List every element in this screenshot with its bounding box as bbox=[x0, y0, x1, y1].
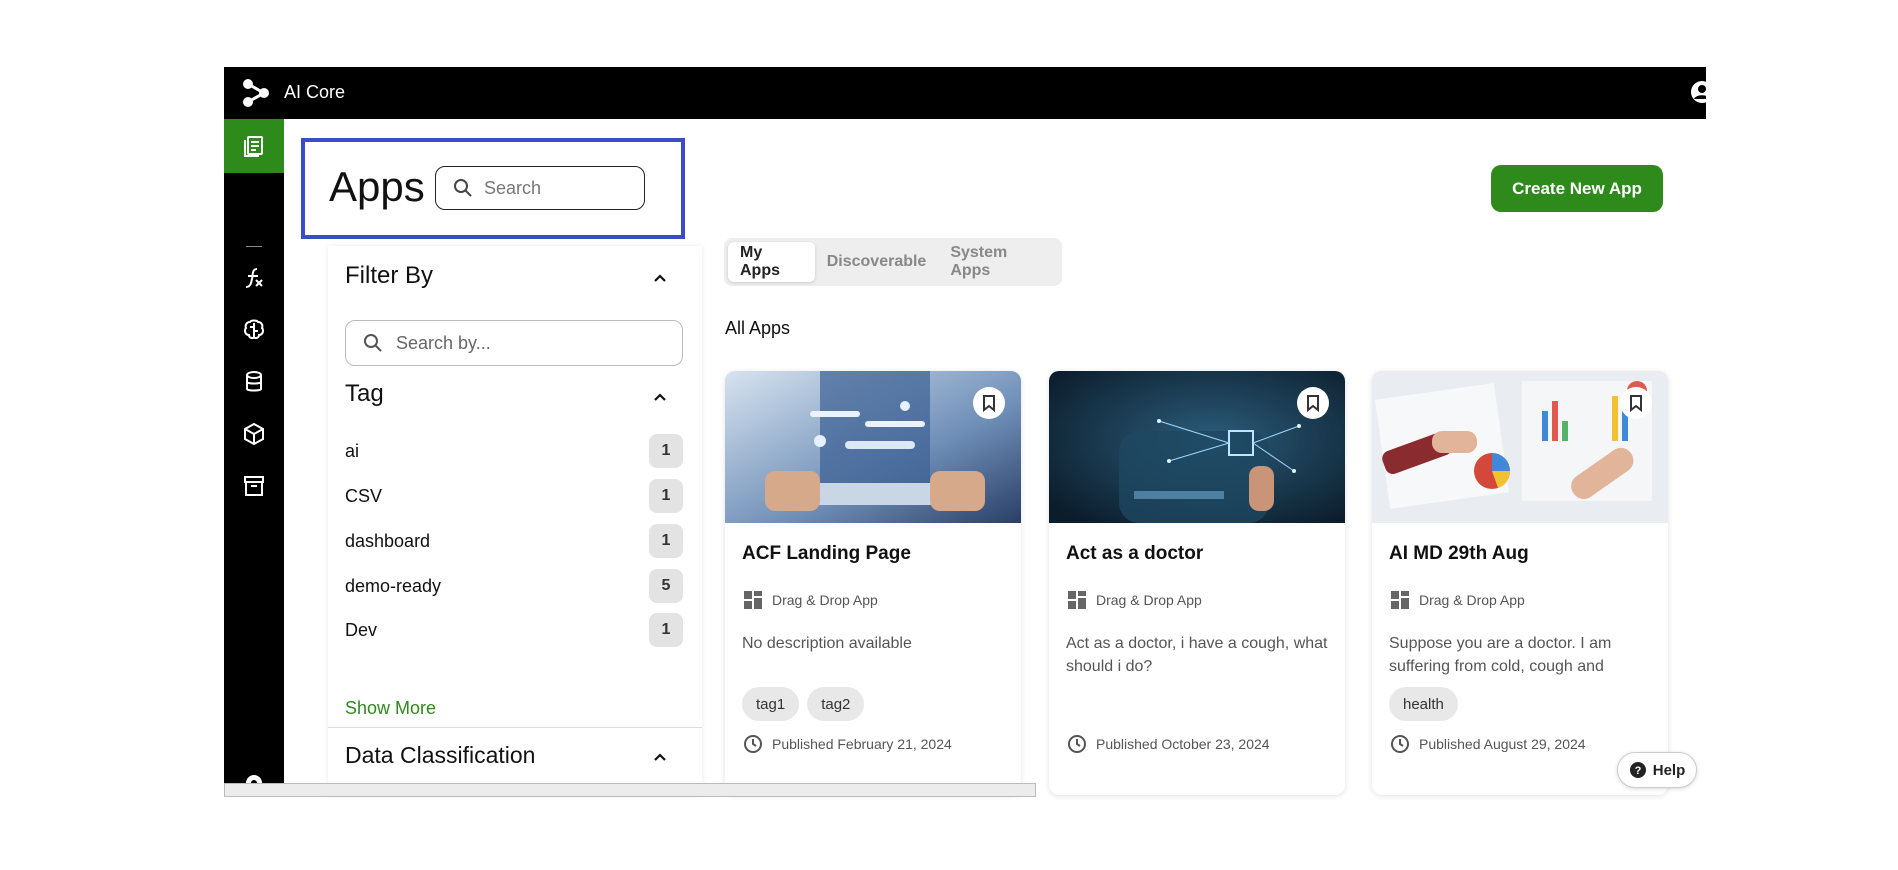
section-label: All Apps bbox=[725, 318, 791, 338]
sidebar-item-functions[interactable] bbox=[224, 251, 284, 305]
clock-icon bbox=[744, 735, 762, 753]
help-button[interactable]: ? Help bbox=[1617, 752, 1697, 788]
brain-icon bbox=[244, 319, 264, 340]
card-tags: health bbox=[1389, 687, 1458, 721]
sidebar-item-models[interactable] bbox=[224, 303, 284, 357]
sidebar-item-archive[interactable] bbox=[224, 459, 284, 513]
create-new-app-button[interactable]: Create New App bbox=[1491, 165, 1663, 212]
filter-divider bbox=[328, 727, 702, 728]
bookmark-button[interactable] bbox=[1620, 387, 1652, 419]
card-app-type: Drag & Drop App bbox=[1066, 589, 1202, 611]
ai-core-logo-icon[interactable] bbox=[240, 77, 272, 109]
search-input[interactable] bbox=[484, 177, 634, 199]
search-icon bbox=[364, 334, 382, 352]
tag-chip[interactable]: tag1 bbox=[742, 687, 800, 721]
card-title: ACF Landing Page bbox=[742, 543, 911, 564]
drag-drop-app-icon bbox=[1391, 591, 1409, 609]
card-tags: tag1 tag2 bbox=[742, 687, 865, 721]
chevron-up-icon[interactable] bbox=[651, 748, 669, 766]
help-label: Help bbox=[1652, 761, 1686, 779]
card-app-type: Drag & Drop App bbox=[742, 589, 878, 611]
filter-search[interactable] bbox=[345, 320, 683, 366]
tab-system-apps[interactable]: System Apps bbox=[938, 242, 1058, 282]
tag-chip[interactable]: tag2 bbox=[807, 687, 865, 721]
card-description: Suppose you are a doctor. I am suffering… bbox=[1389, 635, 1612, 675]
card-title: Act as a doctor bbox=[1066, 543, 1204, 564]
apps-icon bbox=[244, 136, 263, 157]
card-published: Published February 21, 2024 bbox=[742, 733, 952, 755]
card-title: AI MD 29th Aug bbox=[1389, 543, 1529, 564]
card-type-label: Drag & Drop App bbox=[1419, 592, 1525, 608]
tag-name: ai bbox=[345, 440, 360, 461]
card-published: Published August 29, 2024 bbox=[1389, 733, 1586, 755]
bookmark-icon bbox=[1307, 395, 1319, 412]
sidebar-item-engines[interactable] bbox=[224, 407, 284, 461]
clock-icon bbox=[1391, 735, 1409, 753]
user-avatar-icon[interactable] bbox=[1690, 80, 1706, 104]
tag-filter-item[interactable]: demo-ready 5 bbox=[345, 569, 683, 603]
tag-name: demo-ready bbox=[345, 575, 442, 596]
published-date: Published February 21, 2024 bbox=[772, 736, 952, 752]
filter-by-heading: Filter By bbox=[345, 262, 434, 289]
app-search[interactable] bbox=[435, 166, 645, 210]
drag-drop-app-icon bbox=[1068, 591, 1086, 609]
tag-filter-item[interactable]: CSV 1 bbox=[345, 479, 683, 513]
tag-name: dashboard bbox=[345, 530, 431, 551]
published-date: Published August 29, 2024 bbox=[1419, 736, 1586, 752]
app-card[interactable]: AI MD 29th Aug Drag & Drop App Suppose y… bbox=[1372, 371, 1668, 795]
svg-text:?: ? bbox=[1634, 765, 1641, 777]
sidebar-item-apps[interactable] bbox=[224, 119, 284, 173]
data-classification-heading: Data Classification bbox=[345, 742, 536, 768]
bookmark-icon bbox=[1630, 395, 1642, 412]
app-card[interactable]: ACF Landing Page Drag & Drop App No desc… bbox=[725, 371, 1021, 795]
tag-count-badge: 5 bbox=[649, 569, 683, 603]
published-date: Published October 23, 2024 bbox=[1096, 736, 1270, 752]
tag-count-badge: 1 bbox=[649, 434, 683, 468]
filter-search-input[interactable] bbox=[396, 332, 666, 354]
drag-drop-app-icon bbox=[744, 591, 762, 609]
archive-icon bbox=[244, 476, 264, 496]
card-published: Published October 23, 2024 bbox=[1066, 733, 1270, 755]
cube-icon bbox=[244, 422, 264, 446]
bookmark-icon bbox=[983, 395, 995, 412]
top-bar: AI Core bbox=[224, 67, 1706, 119]
chevron-up-icon[interactable] bbox=[651, 269, 669, 287]
browser-status-bar bbox=[224, 783, 1036, 797]
tag-filter-item[interactable]: Dev 1 bbox=[345, 613, 683, 647]
tab-discoverable[interactable]: Discoverable bbox=[815, 242, 939, 282]
card-description: Act as a doctor, i have a cough, what sh… bbox=[1066, 635, 1328, 675]
sidebar-item-storage[interactable] bbox=[224, 355, 284, 409]
chevron-up-icon[interactable] bbox=[651, 388, 669, 406]
help-icon: ? bbox=[1629, 762, 1646, 778]
tag-name: CSV bbox=[345, 485, 383, 506]
tag-count-badge: 1 bbox=[649, 479, 683, 513]
app-tabs: My Apps Discoverable System Apps bbox=[724, 238, 1062, 286]
tag-count-badge: 1 bbox=[649, 524, 683, 558]
card-app-type: Drag & Drop App bbox=[1389, 589, 1525, 611]
sidebar bbox=[224, 119, 284, 795]
database-icon bbox=[246, 371, 262, 392]
bookmark-button[interactable] bbox=[973, 387, 1005, 419]
tag-count-badge: 1 bbox=[649, 613, 683, 647]
tag-heading: Tag bbox=[345, 380, 384, 407]
app-card[interactable]: Act as a doctor Drag & Drop App Act as a… bbox=[1049, 371, 1345, 795]
filter-panel: Filter By Tag ai 1 CSV 1 dashboard 1 dem… bbox=[328, 246, 702, 795]
sidebar-divider bbox=[246, 246, 262, 247]
tab-my-apps[interactable]: My Apps bbox=[728, 242, 815, 282]
page-title: Apps bbox=[329, 163, 425, 210]
app-title: AI Core bbox=[284, 82, 346, 102]
bookmark-button[interactable] bbox=[1297, 387, 1329, 419]
function-icon bbox=[245, 268, 263, 288]
tag-filter-item[interactable]: dashboard 1 bbox=[345, 524, 683, 558]
card-description: No description available bbox=[742, 635, 912, 652]
show-more-link[interactable]: Show More bbox=[345, 698, 436, 719]
card-type-label: Drag & Drop App bbox=[1096, 592, 1202, 608]
clock-icon bbox=[1068, 735, 1086, 753]
tag-filter-item[interactable]: ai 1 bbox=[345, 434, 683, 468]
card-type-label: Drag & Drop App bbox=[772, 592, 878, 608]
tag-chip[interactable]: health bbox=[1389, 687, 1458, 721]
tag-name: Dev bbox=[345, 619, 378, 640]
search-icon bbox=[454, 179, 472, 197]
